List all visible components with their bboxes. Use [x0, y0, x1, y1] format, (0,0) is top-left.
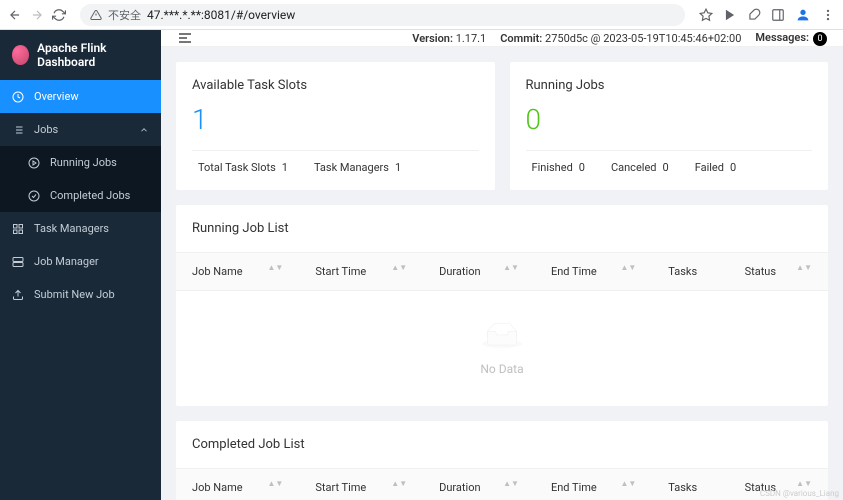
content: Available Task Slots 1 Total Task Slots1… — [161, 47, 843, 500]
reload-icon[interactable] — [52, 8, 66, 22]
panel-icon[interactable] — [771, 8, 785, 22]
card-value: 1 — [192, 103, 479, 136]
chevron-up-icon — [139, 125, 149, 135]
task-managers-stat: Task Managers1 — [308, 161, 401, 174]
warning-icon — [90, 9, 102, 21]
sidebar-label: Task Managers — [34, 222, 109, 235]
grid-icon — [12, 223, 24, 235]
sidebar-label: Submit New Job — [34, 288, 115, 301]
empty-text: No Data — [206, 362, 798, 376]
sidebar-item-overview[interactable]: Overview — [0, 80, 161, 113]
browser-toolbar: 不安全 47.***.*.**:8081/#/overview — [0, 0, 843, 30]
collapse-icon[interactable] — [177, 30, 193, 46]
panel-title: Completed Job List — [176, 421, 828, 469]
col-end-time[interactable]: End Time▲▼ — [535, 469, 652, 500]
version: Version: 1.17.1 — [412, 32, 486, 45]
card-title: Running Jobs — [526, 78, 813, 93]
dashboard-icon — [12, 91, 24, 103]
sidebar-item-jobs[interactable]: Jobs — [0, 113, 161, 146]
menu-icon[interactable] — [821, 8, 835, 22]
empty-icon — [482, 321, 522, 351]
app-title: Apache Flink Dashboard — [37, 41, 149, 69]
card-value: 0 — [526, 103, 813, 136]
play-circle-icon — [28, 157, 40, 169]
star-icon[interactable] — [699, 8, 713, 22]
commit: Commit: 2750d5c @ 2023-05-19T10:45:46+02… — [500, 32, 741, 45]
logo[interactable]: Apache Flink Dashboard — [0, 30, 161, 80]
upload-icon — [12, 289, 24, 301]
sidebar-label: Completed Jobs — [50, 189, 130, 202]
empty-state: No Data — [176, 291, 828, 406]
running-jobs-table: Job Name▲▼ Start Time▲▼ Duration▲▼ End T… — [176, 253, 828, 406]
col-job-name[interactable]: Job Name▲▼ — [176, 253, 299, 291]
completed-job-list: Completed Job List Job Name▲▼ Start Time… — [176, 421, 828, 500]
url-text: 47.***.*.**:8081/#/overview — [147, 8, 295, 22]
card-title: Available Task Slots — [192, 78, 479, 93]
list-icon — [12, 124, 24, 136]
app-shell: Apache Flink Dashboard Overview Jobs Run… — [0, 30, 843, 500]
topbar: Version: 1.17.1 Commit: 2750d5c @ 2023-0… — [161, 30, 843, 47]
sidebar-item-job-manager[interactable]: Job Manager — [0, 245, 161, 278]
extension-icon[interactable] — [747, 8, 761, 22]
col-job-name[interactable]: Job Name▲▼ — [176, 469, 299, 500]
total-slots-stat: Total Task Slots1 — [192, 161, 288, 174]
insecure-label: 不安全 — [108, 7, 141, 23]
sidebar-item-completed-jobs[interactable]: Completed Jobs — [0, 179, 161, 212]
address-bar[interactable]: 不安全 47.***.*.**:8081/#/overview — [80, 4, 685, 26]
messages[interactable]: Messages:0 — [755, 31, 827, 46]
sidebar: Apache Flink Dashboard Overview Jobs Run… — [0, 30, 161, 500]
sidebar-item-task-managers[interactable]: Task Managers — [0, 212, 161, 245]
col-tasks[interactable]: Tasks — [652, 469, 728, 500]
profile-icon[interactable] — [795, 7, 811, 23]
card-running-jobs: Running Jobs 0 Finished0 Canceled0 Faile… — [510, 62, 829, 190]
running-job-list: Running Job List Job Name▲▼ Start Time▲▼… — [176, 205, 828, 406]
main-content: Version: 1.17.1 Commit: 2750d5c @ 2023-0… — [161, 30, 843, 500]
failed-stat: Failed0 — [689, 161, 736, 174]
back-icon[interactable] — [8, 8, 22, 22]
check-circle-icon — [28, 190, 40, 202]
watermark: CSDN @various_Liang — [760, 489, 839, 498]
col-tasks[interactable]: Tasks — [652, 253, 728, 291]
sidebar-item-running-jobs[interactable]: Running Jobs — [0, 146, 161, 179]
completed-jobs-table: Job Name▲▼ Start Time▲▼ Duration▲▼ End T… — [176, 469, 828, 500]
card-available-slots: Available Task Slots 1 Total Task Slots1… — [176, 62, 495, 190]
col-status[interactable]: Status▲▼ — [729, 253, 828, 291]
finished-stat: Finished0 — [526, 161, 585, 174]
server-icon — [12, 256, 24, 268]
sidebar-item-submit-job[interactable]: Submit New Job — [0, 278, 161, 311]
stat-cards: Available Task Slots 1 Total Task Slots1… — [176, 62, 828, 190]
sidebar-label: Jobs — [34, 123, 58, 136]
sidebar-label: Running Jobs — [50, 156, 117, 169]
forward-icon[interactable] — [30, 8, 44, 22]
col-end-time[interactable]: End Time▲▼ — [535, 253, 652, 291]
panel-title: Running Job List — [176, 205, 828, 253]
col-duration[interactable]: Duration▲▼ — [423, 253, 535, 291]
play-icon[interactable] — [723, 8, 737, 22]
canceled-stat: Canceled0 — [605, 161, 669, 174]
col-start-time[interactable]: Start Time▲▼ — [299, 469, 423, 500]
col-start-time[interactable]: Start Time▲▼ — [299, 253, 423, 291]
sidebar-label: Overview — [34, 90, 79, 103]
sidebar-label: Job Manager — [34, 255, 99, 268]
flink-logo-icon — [12, 45, 29, 65]
col-duration[interactable]: Duration▲▼ — [423, 469, 535, 500]
